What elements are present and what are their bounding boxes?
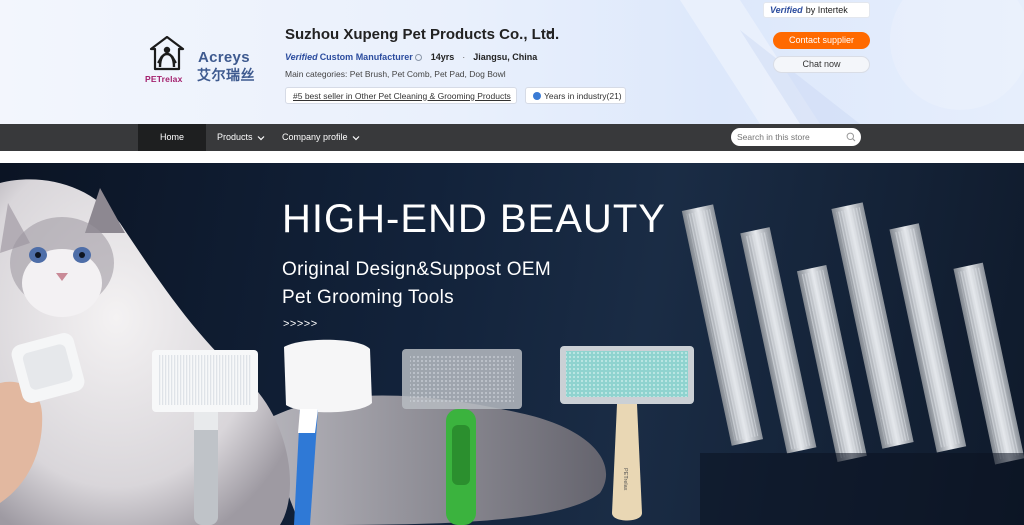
verified-by-intertek-badge[interactable]: Verified by Intertek	[763, 2, 870, 18]
company-logo[interactable]: PETrelax Acreys 艾尔瑞丝	[145, 36, 260, 88]
company-name[interactable]: Suzhou Xupeng Pet Products Co., Ltd.	[285, 26, 559, 43]
banner-subtitle-1: Original Design&Suppost OEM	[282, 259, 551, 280]
best-seller-tag[interactable]: #5 best seller in Other Pet Cleaning & G…	[285, 87, 517, 104]
nav-home-tab[interactable]: Home	[138, 124, 206, 151]
chevron-down-icon	[352, 135, 359, 140]
hero-banner[interactable]: PETrelax HIGH-END BEAUTY Original Design…	[0, 163, 1024, 525]
years-in-industry-tag: Years in industry(21)	[525, 87, 626, 104]
logo-mark-icon: PETrelax	[145, 36, 189, 86]
section-gap	[0, 151, 1024, 163]
chat-now-button[interactable]: Chat now	[773, 56, 870, 73]
chevron-down-icon	[257, 135, 264, 140]
years-on-platform: 14yrs	[430, 52, 455, 62]
company-location: Jiangsu, China	[473, 52, 538, 62]
store-nav-bar: Home Products Company profile	[0, 124, 1024, 151]
years-in-industry-text: Years in industry(21)	[544, 90, 622, 101]
brush-brand-text: PETrelax	[622, 468, 628, 491]
chevron-down-icon[interactable]	[545, 27, 555, 37]
banner-subtitle-2: Pet Grooming Tools	[282, 287, 454, 308]
best-seller-text[interactable]: #5 best seller in Other Pet Cleaning & G…	[293, 91, 511, 101]
search-icon[interactable]	[846, 132, 856, 142]
store-search-input[interactable]	[731, 128, 861, 146]
main-categories: Main categories: Pet Brush, Pet Comb, Pe…	[285, 69, 506, 79]
manufacturer-type[interactable]: Custom Manufacturer	[320, 52, 413, 62]
nav-products-label[interactable]: Products	[217, 124, 253, 151]
contact-supplier-button[interactable]: Contact supplier	[773, 32, 870, 49]
logo-text-petrelax: PETrelax	[145, 74, 183, 84]
banner-title: HIGH-END BEAUTY	[282, 197, 666, 241]
store-header: PETrelax Acreys 艾尔瑞丝 Suzhou Xupeng Pet P…	[0, 0, 1024, 124]
separator-dot: ·	[462, 52, 466, 62]
nav-profile-label[interactable]: Company profile	[282, 124, 348, 151]
nav-company-profile-tab[interactable]: Company profile	[282, 124, 360, 151]
logo-text-chinese: 艾尔瑞丝	[197, 68, 255, 84]
check-badge-icon	[533, 91, 541, 100]
logo-text-acreys: Acreys	[198, 49, 250, 66]
verified-label: Verified	[285, 52, 318, 62]
banner-arrows[interactable]: >>>>>	[283, 318, 318, 330]
intertek-text: by Intertek	[805, 5, 848, 15]
info-icon[interactable]	[414, 53, 422, 61]
verified-badge-word: Verified	[770, 5, 803, 15]
company-verification-row: Verified Custom Manufacturer 14yrs · Jia…	[285, 51, 537, 63]
nav-products-tab[interactable]: Products	[217, 124, 265, 151]
